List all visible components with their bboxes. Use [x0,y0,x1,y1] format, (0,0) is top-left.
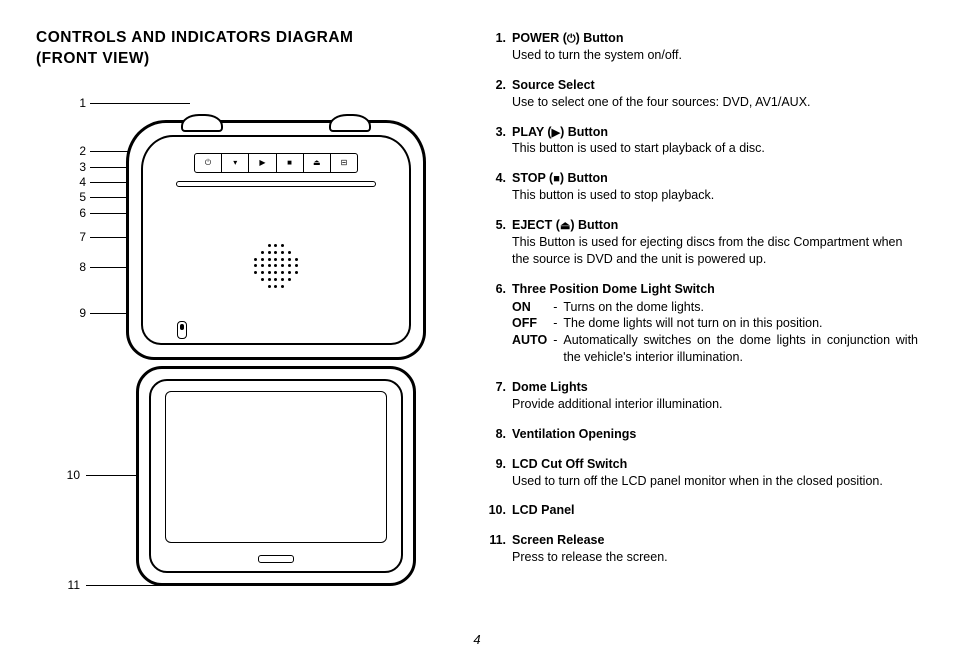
item-5: 5. EJECT (⏏) Button This Button is used … [486,217,918,268]
control-row: ⏻ ▾ ▶ ■ ⏏ ⊟ [194,153,358,173]
diagram-label-5: 5 [64,190,86,204]
item-num: 6. [486,281,512,366]
power-icon: ⏻ [567,34,576,45]
item-num: 8. [486,426,512,443]
diagram-label-3: 3 [64,160,86,174]
diagram-label-11: 11 [58,578,80,592]
diagram-label-1: 1 [64,96,86,110]
page-number: 4 [473,632,480,647]
item-title: Ventilation Openings [512,427,636,441]
item-num: 11. [486,532,512,566]
sub-key: AUTO [512,332,553,366]
item-9: 9. LCD Cut Off Switch Used to turn off t… [486,456,918,490]
item-title: Screen Release [512,533,604,547]
item-6: 6. Three Position Dome Light Switch ON -… [486,281,918,366]
dome-light-left [181,114,223,132]
item-title: LCD Panel [512,503,575,517]
item-num: 5. [486,217,512,268]
item-num: 2. [486,77,512,111]
page-title: CONTROLS AND INDICATORS DIAGRAM (FRONT V… [36,28,466,70]
diagram-label-6: 6 [64,206,86,220]
item-desc: Used to turn the system on/off. [512,48,682,62]
item-desc: Used to turn off the LCD panel monitor w… [512,474,883,488]
stop-icon: ■ [553,174,560,185]
item-num: 7. [486,379,512,413]
play-icon: ▶ [552,128,560,139]
left-column: CONTROLS AND INDICATORS DIAGRAM (FRONT V… [36,28,466,637]
item-3: 3. PLAY (▶) Button This button is used t… [486,124,918,158]
item-num: 10. [486,502,512,519]
item-num: 3. [486,124,512,158]
diagram-label-4: 4 [64,175,86,189]
item-title: Three Position Dome Light Switch [512,282,715,296]
item-desc: Use to select one of the four sources: D… [512,95,811,109]
item-desc: This button is used to stop playback. [512,188,714,202]
sub-val: Automatically switches on the dome light… [563,332,918,366]
item-title: POWER (⏻) Button [512,31,623,45]
description-list: 1. POWER (⏻) Button Used to turn the sys… [466,28,918,637]
item-title: PLAY (▶) Button [512,125,608,139]
diagram-label-2: 2 [64,144,86,158]
item-2: 2. Source Select Use to select one of th… [486,77,918,111]
ctrl-source-icon: ▾ [222,154,249,172]
title-line-2: (FRONT VIEW) [36,50,150,67]
sub-key: OFF [512,315,553,332]
eject-icon: ⏏ [560,221,570,232]
item-num: 9. [486,456,512,490]
ventilation-openings [253,243,299,289]
screen-release-button [258,555,294,563]
lcd-unit [136,366,416,586]
item-num: 4. [486,170,512,204]
item-title: Source Select [512,78,595,92]
sub-dash: - [553,299,563,316]
ctrl-stop-icon: ■ [277,154,304,172]
sub-key: ON [512,299,553,316]
item-title: Dome Lights [512,380,588,394]
item-desc: Press to release the screen. [512,550,668,564]
device-illustration: ⏻ ▾ ▶ ■ ⏏ ⊟ [126,120,426,586]
item-11: 11. Screen Release Press to release the … [486,532,918,566]
disc-slot [176,181,376,187]
item-7: 7. Dome Lights Provide additional interi… [486,379,918,413]
item-4: 4. STOP (■) Button This button is used t… [486,170,918,204]
item-10: 10. LCD Panel [486,502,918,519]
top-unit: ⏻ ▾ ▶ ■ ⏏ ⊟ [126,120,426,360]
ctrl-eject-icon: ⏏ [304,154,331,172]
sub-table: ON - Turns on the dome lights. OFF - The… [512,299,918,367]
sub-val: The dome lights will not turn on in this… [563,315,918,332]
item-title: STOP (■) Button [512,171,608,185]
diagram-label-10: 10 [58,468,80,482]
sub-dash: - [553,315,563,332]
title-line-1: CONTROLS AND INDICATORS DIAGRAM [36,29,353,46]
item-title: EJECT (⏏) Button [512,218,618,232]
item-8: 8. Ventilation Openings [486,426,918,443]
item-num: 1. [486,30,512,64]
ctrl-power-icon: ⏻ [195,154,222,172]
sub-dash: - [553,332,563,366]
lcd-panel [165,391,387,543]
item-title: LCD Cut Off Switch [512,457,627,471]
ctrl-switch-icon: ⊟ [331,154,357,172]
item-desc: This Button is used for ejecting discs f… [512,235,902,266]
lcd-cutoff-switch [177,321,187,339]
ctrl-play-icon: ▶ [249,154,276,172]
diagram-label-7: 7 [64,230,86,244]
diagram-label-9: 9 [64,306,86,320]
item-1: 1. POWER (⏻) Button Used to turn the sys… [486,30,918,64]
diagram-label-8: 8 [64,260,86,274]
dome-light-right [329,114,371,132]
item-desc: Provide additional interior illumination… [512,397,723,411]
item-desc: This button is used to start playback of… [512,141,765,155]
diagram: 1 2 3 4 5 6 7 8 9 10 11 ⏻ [36,98,456,608]
sub-val: Turns on the dome lights. [563,299,918,316]
leader-1 [90,103,190,104]
